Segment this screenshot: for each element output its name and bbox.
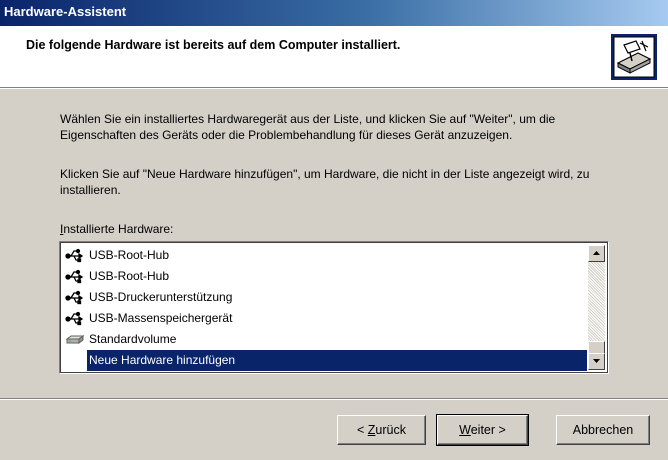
next-button[interactable]: Weiter > bbox=[436, 414, 529, 446]
footer-separator bbox=[0, 398, 668, 400]
usb-icon bbox=[65, 269, 84, 284]
vertical-scrollbar[interactable] bbox=[588, 245, 605, 370]
usb-icon bbox=[65, 248, 84, 263]
list-item-label: USB-Druckerunterstützung bbox=[89, 290, 233, 304]
list-item-label: USB-Root-Hub bbox=[89, 269, 170, 283]
usb-icon bbox=[65, 290, 84, 305]
drive-icon bbox=[65, 335, 85, 344]
installed-hardware-list[interactable]: USB-Root-Hub USB-Root-Hub USB-Druckerunt… bbox=[59, 241, 609, 374]
arrow-down-icon bbox=[593, 359, 600, 363]
scroll-up-button[interactable] bbox=[588, 245, 605, 262]
list-item[interactable]: USB-Druckerunterstützung bbox=[63, 287, 587, 308]
list-item-label: USB-Root-Hub bbox=[89, 248, 170, 262]
list-item[interactable]: USB-Massenspeichergerät bbox=[63, 308, 587, 329]
arrow-up-icon bbox=[593, 251, 600, 255]
header-title: Die folgende Hardware ist bereits auf de… bbox=[26, 38, 401, 52]
wizard-header: Die folgende Hardware ist bereits auf de… bbox=[0, 26, 668, 88]
list-item-label: Standardvolume bbox=[89, 332, 177, 346]
list-item-selected[interactable]: Neue Hardware hinzufügen bbox=[63, 350, 587, 371]
list-item-label: Neue Hardware hinzufügen bbox=[87, 350, 587, 371]
list-item[interactable]: Standardvolume bbox=[63, 329, 587, 350]
window-title: Hardware-Assistent bbox=[4, 4, 127, 19]
list-item[interactable]: USB-Root-Hub bbox=[63, 245, 587, 266]
instruction-text-2: Klicken Sie auf "Neue Hardware hinzufüge… bbox=[60, 167, 590, 197]
hardware-wizard-icon bbox=[611, 34, 657, 80]
scroll-down-button[interactable] bbox=[588, 353, 605, 370]
usb-icon bbox=[65, 311, 84, 326]
list-item[interactable]: USB-Root-Hub bbox=[63, 266, 587, 287]
instruction-text-1: Wählen Sie ein installiertes Hardwareger… bbox=[60, 112, 556, 142]
installed-hardware-label: Installierte Hardware: bbox=[60, 222, 174, 236]
cancel-button[interactable]: Abbrechen bbox=[556, 415, 650, 445]
list-item-label: USB-Massenspeichergerät bbox=[89, 311, 233, 325]
title-bar: Hardware-Assistent bbox=[0, 0, 668, 26]
back-button[interactable]: < Zurück bbox=[337, 415, 426, 445]
